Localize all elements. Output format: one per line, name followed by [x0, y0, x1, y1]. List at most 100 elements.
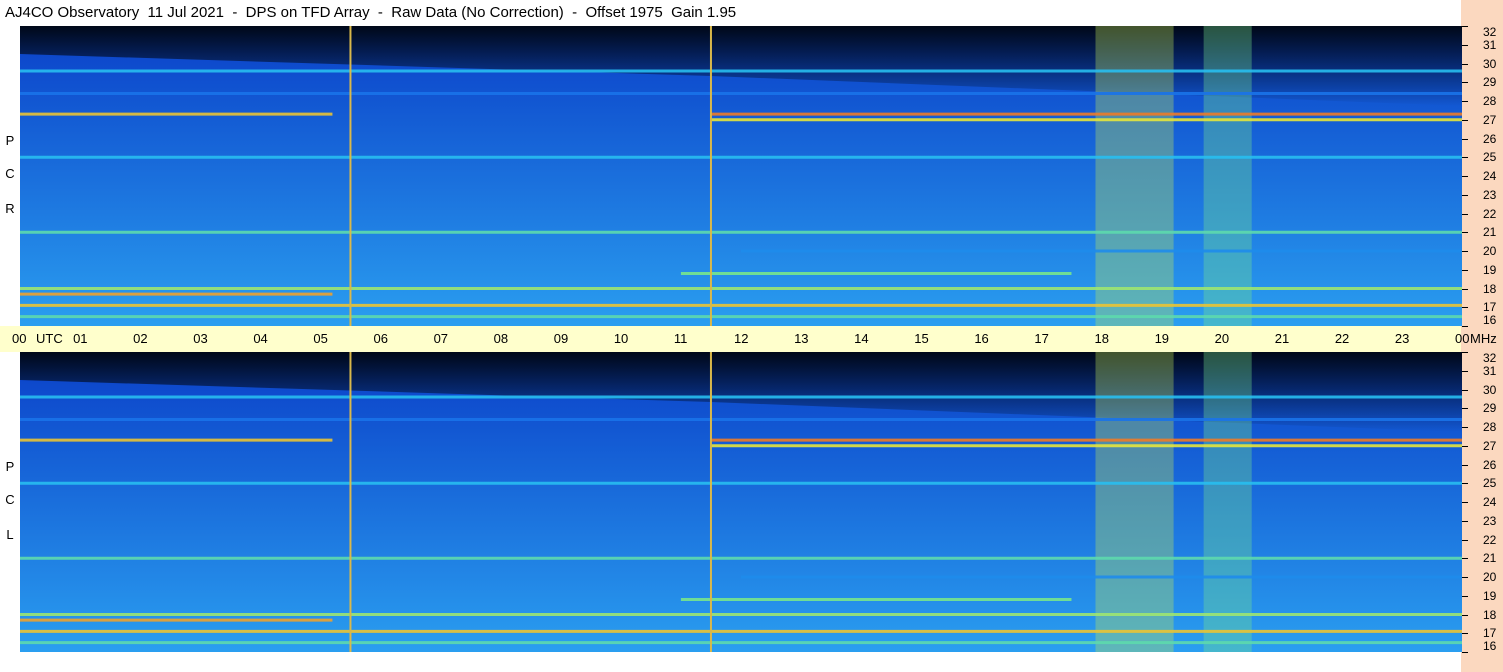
- freq-tick-mark: [1462, 232, 1468, 234]
- utc-label: UTC: [36, 331, 63, 346]
- lcp-band-8: [680, 598, 1072, 601]
- freq-tick-label: 16: [1483, 639, 1497, 653]
- freq-tick-label: 16: [1483, 313, 1497, 327]
- freq-tick-label: 24: [1483, 495, 1497, 509]
- freq-tick-mark: [1462, 288, 1468, 290]
- lcp-band-10: [20, 618, 333, 622]
- time-tick-label: 20: [1214, 331, 1230, 346]
- rcp-letter-c: C: [5, 166, 15, 181]
- lcp-band-0: [20, 395, 1462, 399]
- rcp-band-9: [20, 287, 1462, 290]
- time-tick-label: 11: [673, 331, 688, 346]
- freq-tick-label: 20: [1483, 244, 1497, 258]
- freq-tick-label: 21: [1483, 551, 1497, 566]
- rcp-band-3: [710, 112, 1462, 116]
- time-tick-label: 18: [1094, 331, 1109, 346]
- freq-tick-label: 32: [1483, 351, 1497, 365]
- time-tick-label: 13: [794, 331, 809, 346]
- freq-tick-mark: [1462, 138, 1468, 140]
- rcp-letter-p: P: [5, 133, 15, 148]
- time-tick-label: 07: [433, 331, 449, 346]
- freq-tick-mark: [1462, 539, 1468, 541]
- freq-tick-mark: [1462, 483, 1468, 485]
- time-tick-label: 05: [313, 331, 328, 346]
- freq-tick-mark: [1462, 520, 1468, 522]
- rcp-band-1: [20, 92, 1462, 95]
- time-tick-label: 03: [193, 331, 208, 346]
- rcp-band-10: [20, 292, 333, 296]
- freq-tick-mark: [1462, 101, 1468, 102]
- freq-tick-mark: [1462, 176, 1468, 177]
- freq-tick-mark: [1462, 502, 1468, 503]
- lcp-band-3: [710, 438, 1462, 442]
- rcp-band-0: [20, 69, 1462, 73]
- freq-tick-mark: [1462, 577, 1468, 578]
- lcp-band-1: [20, 418, 1462, 421]
- lcp-label: L C P: [0, 352, 20, 652]
- time-tick-label: 01: [73, 331, 88, 346]
- freq-tick-label: 25: [1483, 150, 1497, 165]
- rcp-frequency-axis: 32 31 30 29 28 27 26 25 24 23 22 21 20 19 18 17 16: [1461, 25, 1503, 327]
- time-tick-label: 08: [493, 331, 509, 346]
- freq-tick-label: 17: [1483, 626, 1497, 641]
- freq-tick-mark: [1462, 595, 1468, 597]
- time-tick-label: 19: [1154, 331, 1170, 346]
- freq-tick-label: 29: [1483, 75, 1497, 90]
- lcp-band-5: [20, 481, 1462, 485]
- lcp-letter-l: L: [6, 527, 14, 542]
- freq-tick-label: 19: [1483, 588, 1497, 603]
- time-tick-label: 00: [12, 331, 27, 346]
- freq-tick-label: 32: [1483, 25, 1497, 39]
- freq-tick-label: 23: [1483, 187, 1497, 202]
- freq-tick-mark: [1462, 213, 1468, 215]
- freq-tick-mark: [1462, 251, 1468, 252]
- time-tick-label: 14: [854, 331, 869, 346]
- time-tick-label: 10: [613, 331, 629, 346]
- time-tick-label: 15: [914, 331, 929, 346]
- lcp-letter-p: P: [5, 459, 15, 474]
- rcp-band-4: [710, 118, 1462, 122]
- time-tick-label: 00: [1455, 331, 1470, 346]
- mhz-label: MHz: [1470, 331, 1497, 346]
- freq-tick-mark: [1462, 157, 1468, 159]
- freq-tick-mark: [1462, 652, 1468, 653]
- freq-tick-mark: [1462, 194, 1468, 196]
- time-tick-label: 17: [1034, 331, 1049, 346]
- freq-tick-mark: [1462, 614, 1468, 616]
- rcp-band-11: [20, 303, 1462, 307]
- lcp-band-4: [710, 444, 1462, 448]
- freq-tick-label: 20: [1483, 570, 1497, 584]
- time-tick-label: 04: [253, 331, 268, 346]
- chart-title: AJ4CO Observatory 11 Jul 2021 - DPS on T…: [0, 0, 1461, 26]
- rcp-band-5: [20, 155, 1462, 159]
- freq-tick-label: 30: [1483, 382, 1497, 397]
- rcp-spectrogram-plot: [20, 26, 1462, 326]
- time-tick-label: 16: [974, 331, 989, 346]
- freq-tick-label: 26: [1483, 457, 1497, 472]
- freq-tick-label: 27: [1483, 438, 1497, 453]
- rcp-band-8: [680, 272, 1072, 275]
- time-tick-label: 06: [373, 331, 388, 346]
- rcp-letter-r: R: [5, 201, 15, 216]
- lcp-band-12: [20, 641, 1462, 645]
- time-tick-label: 12: [734, 331, 749, 346]
- lcp-letter-c: C: [5, 492, 15, 507]
- freq-tick-label: 23: [1483, 513, 1497, 528]
- freq-tick-mark: [1462, 269, 1468, 271]
- lcp-spectrogram-plot: [20, 352, 1462, 652]
- lcp-band-2: [20, 438, 333, 442]
- lcp-spectrogram: [20, 352, 1462, 652]
- lcp-frequency-axis: 32 31 30 29 28 27 26 25 24 23 22 21 20 19 18 17 16: [1461, 351, 1503, 653]
- freq-tick-mark: [1462, 307, 1468, 309]
- freq-tick-label: 22: [1483, 206, 1497, 221]
- lcp-band-6: [20, 556, 1462, 560]
- time-tick-label: 23: [1394, 331, 1410, 346]
- freq-tick-mark: [1462, 408, 1468, 410]
- freq-tick-label: 30: [1483, 56, 1497, 71]
- rcp-band-6: [20, 230, 1462, 234]
- freq-tick-label: 21: [1483, 225, 1497, 240]
- freq-tick-mark: [1462, 445, 1468, 447]
- freq-tick-mark: [1462, 558, 1468, 560]
- freq-tick-label: 22: [1483, 532, 1497, 547]
- time-tick-label: 09: [553, 331, 569, 346]
